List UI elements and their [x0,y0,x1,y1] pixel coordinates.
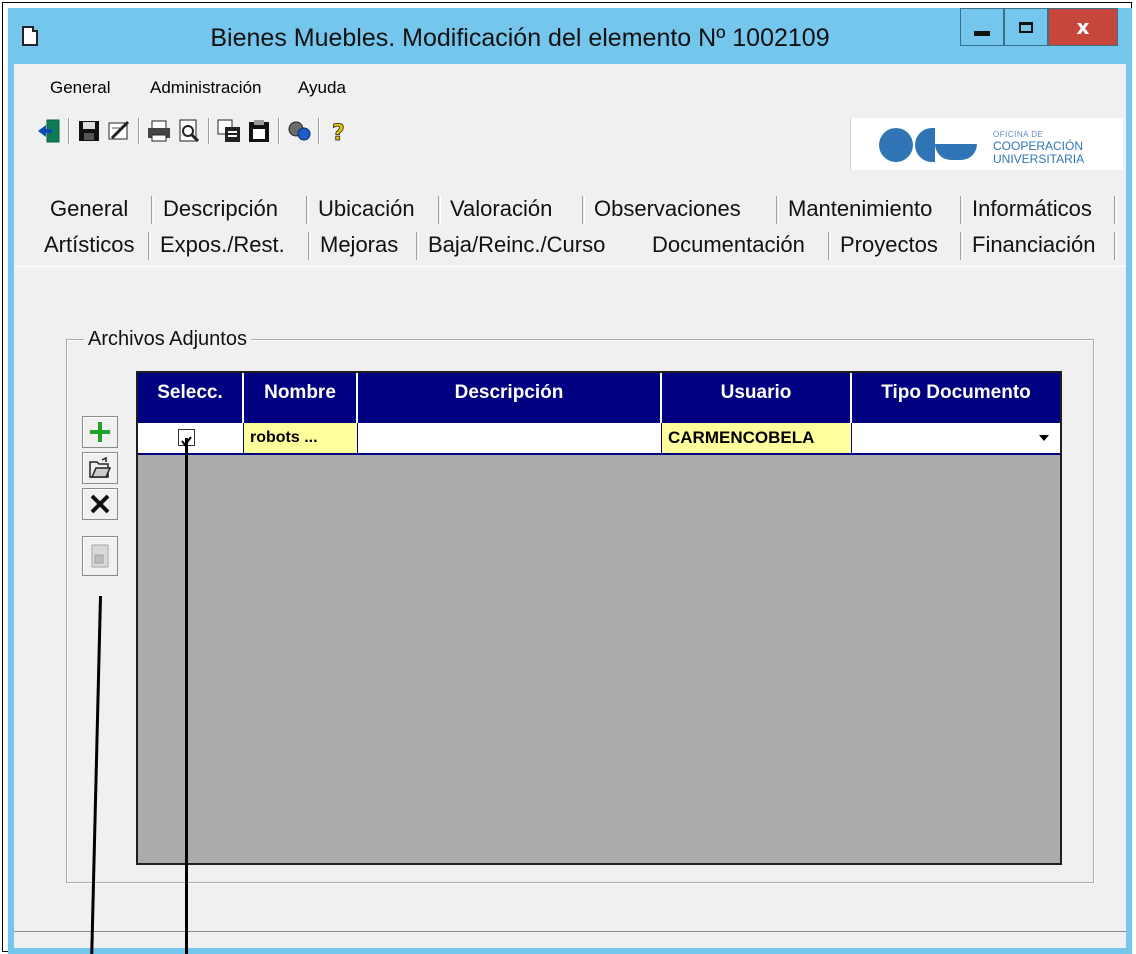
minimize-button[interactable] [960,8,1004,46]
tab-informaticos[interactable]: Informáticos [968,192,1096,226]
attachments-grid: Selecc. Nombre Descripción Usuario Tipo … [136,371,1062,865]
menu-bar: General Administración Ayuda [14,64,704,108]
table-row[interactable]: robots ... CARMENCOBELA [138,423,1060,455]
copy-icon[interactable] [216,118,242,144]
menu-administracion[interactable]: Administración [150,78,262,98]
tab-descripcion[interactable]: Descripción [159,192,282,226]
tab-ubicacion[interactable]: Ubicación [314,192,419,226]
logo: OFICINA DE COOPERACIÓN UNIVERSITARIA [850,118,1123,170]
add-button[interactable] [82,416,118,448]
tab-observaciones[interactable]: Observaciones [590,192,745,226]
tab-row-2: Artísticos Expos./Rest. Mejoras Baja/Rei… [14,228,1126,266]
group-title: Archivos Adjuntos [84,328,251,351]
col-selecc[interactable]: Selecc. [138,373,244,423]
tab-financiacion[interactable]: Financiación [968,228,1100,262]
tab-mejoras[interactable]: Mejoras [316,228,402,262]
search-icon[interactable] [286,118,312,144]
tab-baja-reinc-curso[interactable]: Baja/Reinc./Curso [424,228,609,262]
exit-icon[interactable] [36,118,62,144]
maximize-button[interactable] [1004,8,1048,46]
print-preview-icon[interactable] [176,118,202,144]
grid-header: Selecc. Nombre Descripción Usuario Tipo … [138,373,1060,423]
print-icon[interactable] [146,118,172,144]
app-window: Bienes Muebles. Modificación del element… [8,8,1132,954]
menu-ayuda[interactable]: Ayuda [298,78,346,98]
cell-usuario[interactable]: CARMENCOBELA [662,423,852,453]
title-bar[interactable]: Bienes Muebles. Modificación del element… [8,8,1132,64]
annotation-line-right [185,438,188,954]
col-tipo-documento[interactable]: Tipo Documento [852,373,1060,423]
tab-mantenimiento[interactable]: Mantenimiento [784,192,936,226]
folder-open-icon [89,456,112,478]
cell-nombre[interactable]: robots ... [244,423,358,453]
view-file-button[interactable] [82,536,118,576]
save-icon[interactable] [76,118,102,144]
paste-icon[interactable] [246,118,272,144]
col-usuario[interactable]: Usuario [662,373,852,423]
document-disabled-icon [91,544,109,568]
tab-proyectos[interactable]: Proyectos [836,228,942,262]
close-button[interactable]: x [1048,8,1118,46]
edit-icon[interactable] [106,118,132,144]
delete-button[interactable] [82,488,118,520]
cell-tipo-documento[interactable] [852,423,1060,453]
client-area: General Administración Ayuda ? OFICINA D… [14,64,1126,948]
maximize-icon [1019,21,1033,33]
plus-icon [90,422,110,442]
tab-expos-rest[interactable]: Expos./Rest. [156,228,289,262]
cell-selecc[interactable] [138,423,244,453]
dropdown-arrow-icon [1039,435,1049,441]
tab-documentacion[interactable]: Documentación [648,228,809,266]
tab-artisticos[interactable]: Artísticos [40,228,138,262]
col-descripcion[interactable]: Descripción [358,373,662,423]
menu-general[interactable]: General [50,78,110,98]
minimize-icon [974,30,990,36]
help-icon[interactable]: ? [326,118,352,147]
col-nombre[interactable]: Nombre [244,373,358,423]
tab-valoracion[interactable]: Valoración [446,192,556,226]
tab-row-1: General Descripción Ubicación Valoración… [14,192,1126,228]
tab-general[interactable]: General [46,192,132,226]
delete-icon [90,494,110,514]
cell-descripcion[interactable] [358,423,662,453]
open-file-button[interactable] [82,452,118,484]
svg-text:?: ? [332,121,345,144]
